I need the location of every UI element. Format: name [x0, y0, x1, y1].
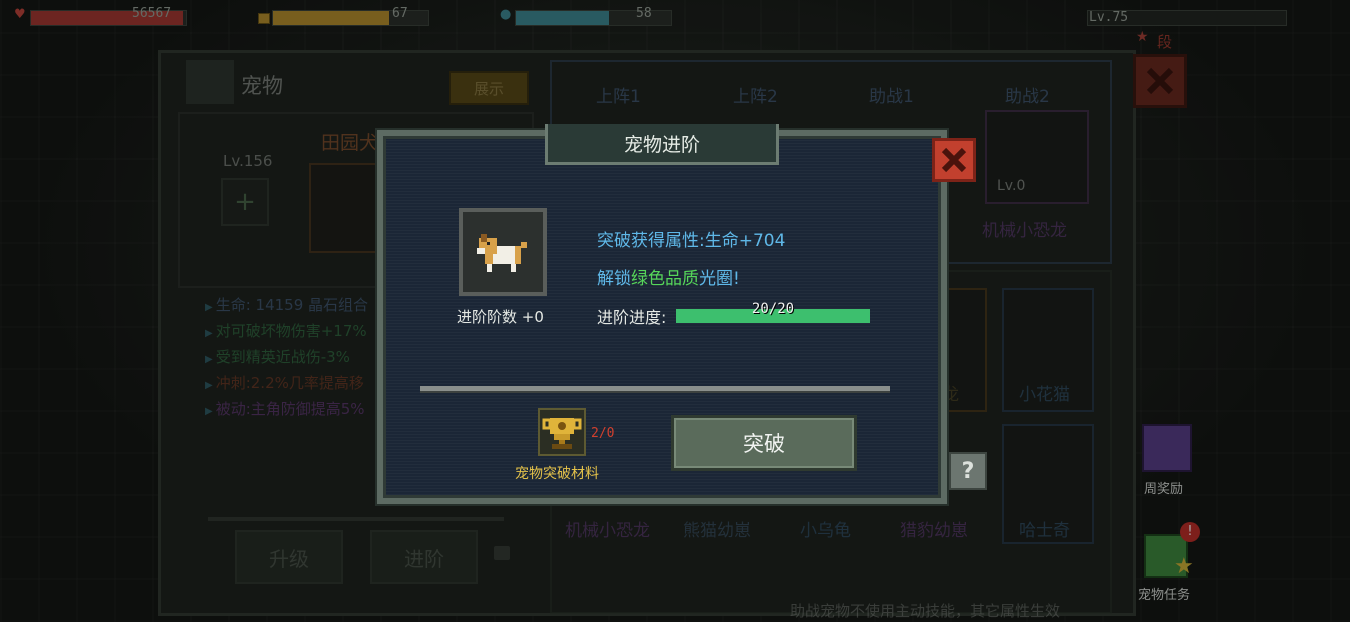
breakthrough-button-label: 突破	[743, 432, 785, 456]
material-slot[interactable]	[538, 408, 586, 456]
dialog-divider	[420, 386, 890, 393]
progress-label: 进阶进度:	[597, 308, 667, 327]
trophy-icon	[542, 418, 582, 449]
advance-progress-bar: 20/20	[676, 301, 870, 323]
dialog-title-plate: 宠物进阶	[545, 124, 779, 165]
dialog-close-button[interactable]	[932, 138, 976, 182]
question-icon: ?	[961, 458, 975, 484]
attr-gain-text: 突破获得属性:生命+704	[597, 231, 786, 251]
progress-text: 20/20	[751, 301, 795, 317]
material-name: 宠物突破材料	[515, 466, 599, 482]
unlock-prefix: 解锁	[597, 269, 631, 289]
unlock-highlight: 绿色品质	[631, 269, 699, 289]
pet-icon-frame	[459, 208, 547, 296]
breakthrough-button[interactable]: 突破	[671, 415, 857, 471]
material-count: 2/0	[591, 426, 615, 441]
close-icon	[941, 147, 967, 173]
dog-icon	[477, 234, 527, 272]
stage-label: 进阶阶数 +0	[457, 308, 544, 326]
dialog-title: 宠物进阶	[623, 133, 700, 156]
unlock-text: 解锁绿色品质光圈!	[597, 264, 740, 289]
help-button[interactable]: ?	[949, 452, 987, 490]
unlock-suffix: 光圈!	[699, 269, 740, 289]
